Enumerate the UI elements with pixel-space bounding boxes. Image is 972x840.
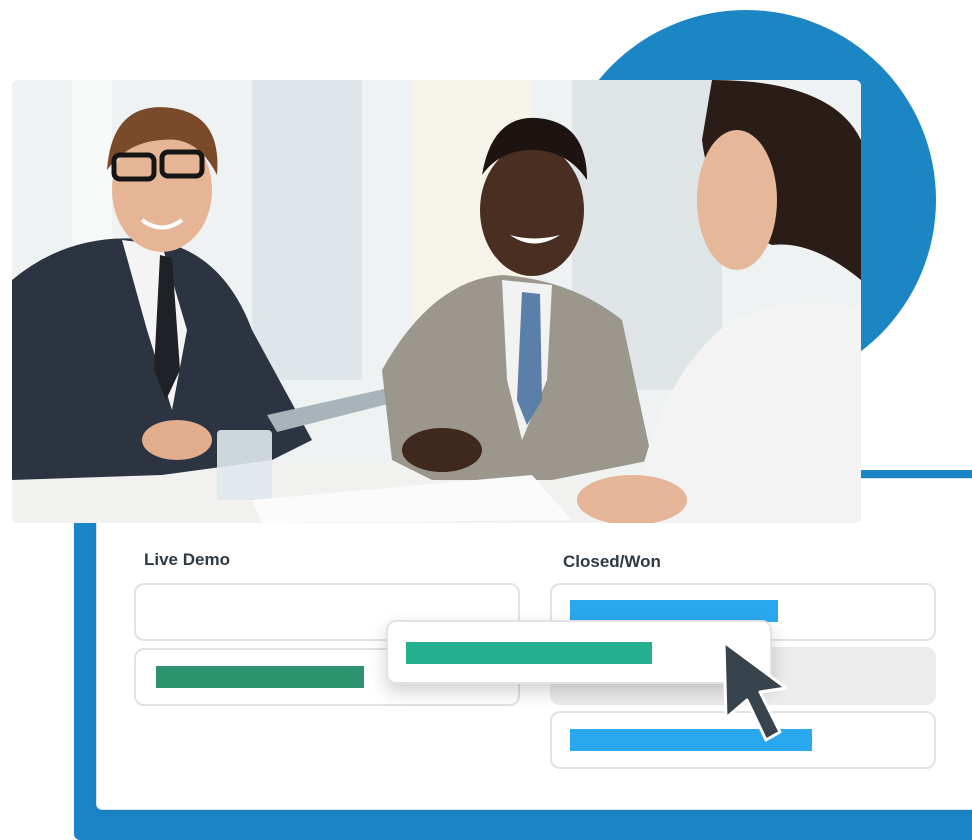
column-title-closed-won: Closed/Won [563,552,661,571]
column-title-live-demo: Live Demo [144,550,230,569]
dragging-deal-card[interactable] [386,620,772,684]
deal-bar [406,642,652,664]
deal-bar [156,666,364,688]
meeting-photo [12,80,861,523]
mouse-pointer-icon [722,640,788,742]
deal-bar [570,600,778,622]
